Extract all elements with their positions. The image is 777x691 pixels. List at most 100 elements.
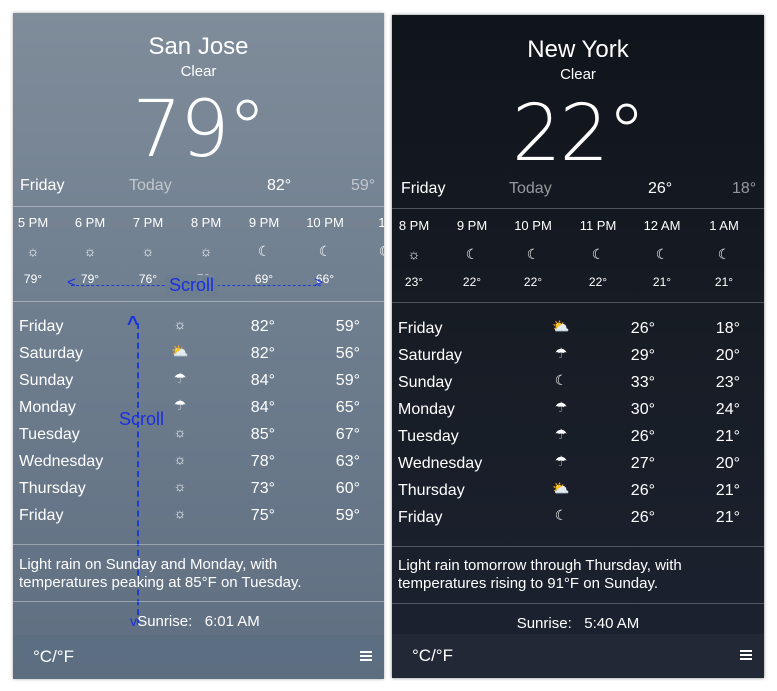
current-temperature: 22° (511, 89, 646, 179)
sun-icon: ☼ (407, 246, 421, 262)
daily-row: Sunday ☂ 84° 59° (13, 370, 384, 399)
daily-row: Tuesday ☼ 85° 67° (13, 424, 384, 453)
daily-row: Wednesday ☼ 78° 63° (13, 451, 384, 480)
sunrise-label: Sunrise: (137, 613, 193, 630)
hour-time: 10 PM (306, 215, 344, 230)
today-low: 59° (351, 177, 376, 194)
hour-time: 12 AM (643, 218, 681, 233)
hourly-item: 10 PM ☾ 66° (296, 215, 354, 286)
hour-time: 8 PM (398, 218, 430, 233)
unit-toggle[interactable]: °C/°F (33, 647, 74, 667)
rain-icon: ☂ (173, 370, 187, 386)
day-name: Monday (19, 399, 76, 416)
day-name: Sunday (19, 372, 74, 389)
day-name: Friday (398, 509, 443, 526)
menu-icon[interactable] (360, 651, 372, 663)
hourly-item: 1 AM ☾ 21° (695, 218, 753, 289)
hour-time: 5 PM (17, 215, 49, 230)
day-name: Friday (19, 318, 64, 335)
weather-panel-new-york: New York Clear 22° Friday Today 26° 18° … (392, 15, 764, 678)
day-low: 65° (335, 399, 360, 416)
hour-time: 10 PM (514, 218, 552, 233)
hour-temp: 69° (254, 272, 274, 286)
rain-icon: ☂ (173, 397, 187, 413)
sun-icon: ☼ (173, 505, 187, 521)
day-high: 26° (630, 482, 655, 499)
day-low: 56° (335, 345, 360, 362)
day-high: 84° (250, 372, 275, 389)
day-high: 78° (250, 453, 275, 470)
daily-forecast[interactable]: Friday ⛅ 26° 18° Saturday ☂ 29° 20° Sund… (392, 318, 764, 540)
scroll-annotation-vertical: Scroll (119, 409, 165, 429)
divider (13, 601, 384, 602)
rain-icon: ☂ (554, 345, 568, 361)
daily-row: Wednesday ☂ 27° 20° (392, 453, 764, 482)
unit-toggle[interactable]: °C/°F (412, 646, 453, 666)
sun-icon: ☼ (83, 243, 97, 259)
sunrise-time: 6:01 AM (204, 613, 260, 630)
sunrise-time: 5:40 AM (584, 615, 640, 632)
city-name: New York (527, 36, 629, 63)
sun-icon: ☼ (199, 243, 213, 259)
hour-temp: 21° (714, 275, 734, 289)
hour-temp: 21° (652, 275, 672, 289)
menu-icon[interactable] (740, 650, 752, 662)
hourly-item: 11 PM ☾ 22° (569, 218, 627, 289)
moon-icon: ☾ (465, 246, 479, 262)
hour-temp: 79° (23, 272, 43, 286)
hour-temp: 22° (462, 275, 482, 289)
weather-panel-san-jose: San Jose Clear 79° Friday Today 82° 59° … (13, 13, 384, 679)
day-name: Saturday (398, 347, 463, 364)
divider (392, 603, 764, 604)
hourly-item: 9 PM ☾ 22° (443, 218, 501, 289)
partly-cloudy-icon: ⛅ (171, 343, 189, 359)
day-high: 84° (250, 399, 275, 416)
condition: Clear (560, 66, 596, 83)
day-name: Friday (19, 507, 64, 524)
sunrise-label: Sunrise: (516, 615, 572, 632)
daily-row: Friday ☼ 82° 59° (13, 316, 384, 345)
moon-icon: ☾ (554, 372, 568, 388)
hour-time: 8 PM (190, 215, 222, 230)
hourly-forecast[interactable]: 8 PM ☼ 23° 9 PM ☾ 22° 10 PM ☾ 22° 11 PM … (392, 218, 764, 298)
sunrise-info: Sunrise: 6:01 AM (13, 613, 384, 630)
day-low: 21° (715, 482, 740, 499)
sun-icon: ☼ (141, 243, 155, 259)
daily-row: Sunday ☾ 33° 23° (392, 372, 764, 401)
day-name: Monday (398, 401, 455, 418)
divider (13, 301, 384, 302)
hourly-item: 5 PM ☼ 79° (13, 215, 62, 286)
daily-row: Friday ⛅ 26° 18° (392, 318, 764, 347)
daily-row: Monday ☂ 30° 24° (392, 399, 764, 428)
day-high: 82° (250, 345, 275, 362)
day-name: Saturday (19, 345, 84, 362)
today-label: Today (509, 180, 552, 197)
day-name: Tuesday (398, 428, 459, 445)
divider (392, 546, 764, 547)
hour-temp: 23° (404, 275, 424, 289)
daily-row: Saturday ☂ 29° 20° (392, 345, 764, 374)
divider (392, 208, 764, 209)
sun-icon: ☼ (26, 243, 40, 259)
day-low: 21° (715, 509, 740, 526)
day-high: 26° (630, 509, 655, 526)
today-high: 26° (648, 180, 673, 197)
hour-time: 9 PM (248, 215, 280, 230)
hour-time: 11 (378, 215, 384, 230)
divider (13, 206, 384, 207)
hour-temp: 22° (588, 275, 608, 289)
day-name: Sunday (398, 374, 453, 391)
day-low: 60° (335, 480, 360, 497)
day-high: 33° (630, 374, 655, 391)
forecast-summary: Light rain tomorrow through Thursday, wi… (398, 557, 682, 592)
daily-row: Thursday ☼ 73° 60° (13, 478, 384, 507)
day-low: 21° (715, 428, 740, 445)
day-high: 26° (630, 320, 655, 337)
day-low: 59° (335, 318, 360, 335)
bottom-toolbar: °C/°F (13, 635, 384, 679)
day-low: 18° (715, 320, 740, 337)
daily-forecast[interactable]: Friday ☼ 82° 59° Saturday ⛅ 82° 56° Sund… (13, 316, 384, 538)
daily-row: Monday ☂ 84° 65° (13, 397, 384, 426)
sun-icon: ☼ (173, 478, 187, 494)
moon-icon: ☾ (591, 246, 605, 262)
